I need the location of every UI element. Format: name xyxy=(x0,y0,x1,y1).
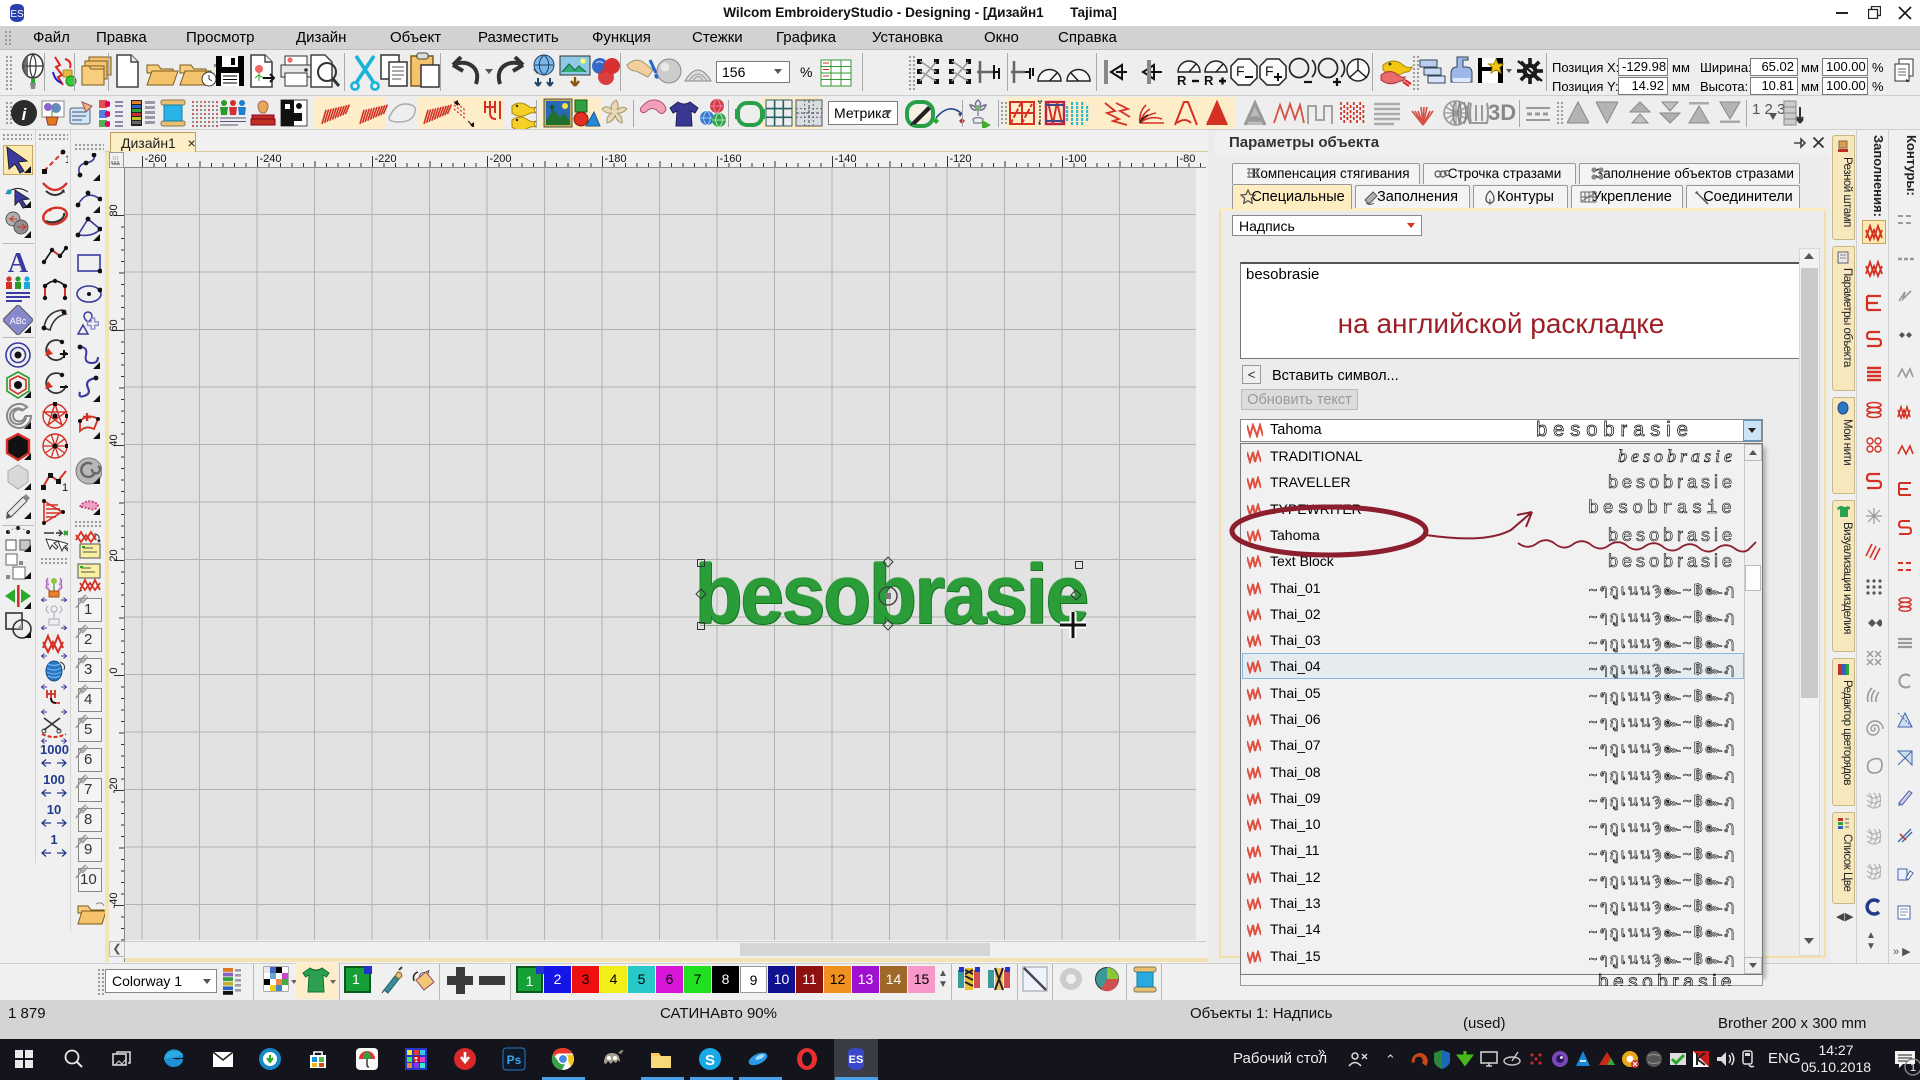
svg-text:-80: -80 xyxy=(1180,153,1196,165)
svg-text:F: F xyxy=(1236,63,1245,79)
svg-text:-20: -20 xyxy=(109,778,120,794)
svg-text:0: 0 xyxy=(109,667,120,673)
svg-text:Ps: Ps xyxy=(507,1053,522,1067)
svg-text:Я: Я xyxy=(412,1055,419,1066)
svg-text:S: S xyxy=(705,1052,715,1069)
svg-text:-120: -120 xyxy=(950,153,972,165)
svg-text:-160: -160 xyxy=(720,153,742,165)
svg-text:-180: -180 xyxy=(605,153,627,165)
svg-text:R: R xyxy=(1177,73,1187,86)
svg-text:ABc: ABc xyxy=(10,316,27,326)
svg-text:F: F xyxy=(1265,63,1274,79)
svg-text:-100: -100 xyxy=(1065,153,1087,165)
svg-text:80: 80 xyxy=(109,204,120,216)
svg-text:20: 20 xyxy=(109,549,120,561)
svg-text:-240: -240 xyxy=(260,153,282,165)
svg-text:ES: ES xyxy=(849,1054,864,1066)
svg-text:1: 1 xyxy=(1910,1062,1916,1074)
svg-text:-40: -40 xyxy=(109,893,120,909)
svg-text:60: 60 xyxy=(109,319,120,331)
svg-text:-260: -260 xyxy=(145,153,167,165)
svg-text:R: R xyxy=(1204,73,1214,86)
svg-text:1: 1 xyxy=(65,154,68,166)
svg-text:40: 40 xyxy=(109,434,120,446)
svg-text:-220: -220 xyxy=(375,153,397,165)
svg-text:-200: -200 xyxy=(490,153,512,165)
svg-text:-140: -140 xyxy=(835,153,857,165)
svg-text:A: A xyxy=(8,248,29,278)
svg-text:1: 1 xyxy=(62,482,68,494)
